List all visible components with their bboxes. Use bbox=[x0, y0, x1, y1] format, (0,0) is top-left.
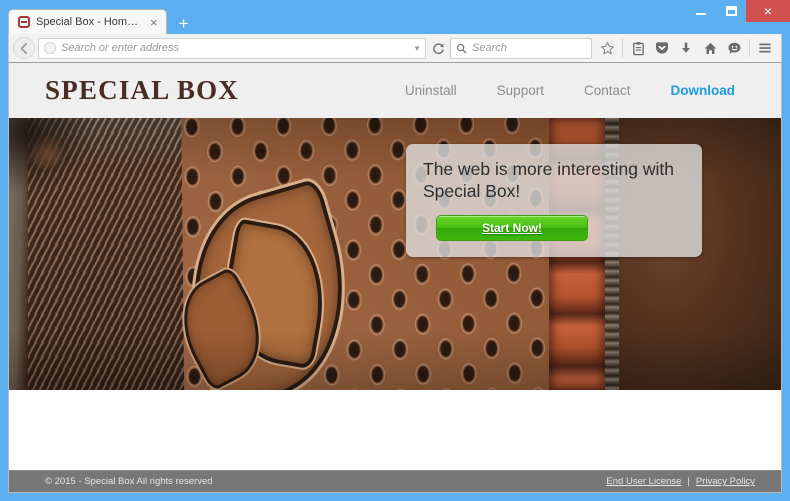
promo-headline: The web is more interesting with Special… bbox=[423, 159, 674, 202]
site-navigation: Uninstall Support Contact Download bbox=[405, 83, 763, 98]
toolbar-divider bbox=[749, 39, 750, 57]
nav-link-contact[interactable]: Contact bbox=[584, 83, 631, 98]
window-controls: × bbox=[686, 0, 790, 22]
back-button[interactable] bbox=[13, 37, 35, 59]
reading-list-icon[interactable] bbox=[626, 36, 650, 60]
minimize-button[interactable] bbox=[686, 0, 716, 22]
maximize-button[interactable] bbox=[716, 0, 746, 22]
page-viewport: SPECIAL BOX Uninstall Support Contact Do… bbox=[8, 62, 782, 493]
close-button[interactable]: × bbox=[746, 0, 790, 22]
tab-title: Special Box - Home Page bbox=[36, 16, 140, 28]
copyright-text: © 2015 - Special Box All rights reserved bbox=[45, 476, 213, 487]
toolbar-divider bbox=[622, 39, 623, 57]
footer-links: End User License | Privacy Policy bbox=[606, 476, 755, 487]
hero-banner: The web is more interesting with Special… bbox=[9, 118, 781, 390]
page-identity-icon bbox=[44, 42, 56, 54]
browser-toolbar: Search or enter address ▼ Search bbox=[8, 34, 782, 62]
hero-shadow-top-left bbox=[9, 118, 94, 195]
footer-link-end-user-license[interactable]: End User License bbox=[606, 476, 681, 487]
minimize-icon bbox=[696, 13, 706, 15]
site-footer: © 2015 - Special Box All rights reserved… bbox=[9, 470, 781, 492]
home-icon[interactable] bbox=[698, 36, 722, 60]
tab-close-icon[interactable]: × bbox=[146, 16, 158, 29]
title-bar: Special Box - Home Page × + × bbox=[0, 0, 790, 34]
maximize-icon bbox=[725, 6, 737, 16]
box-favicon bbox=[18, 16, 30, 28]
nav-link-download[interactable]: Download bbox=[671, 83, 736, 98]
chevron-down-icon[interactable]: ▼ bbox=[413, 44, 421, 53]
nav-link-support[interactable]: Support bbox=[497, 83, 544, 98]
back-arrow-icon bbox=[20, 42, 27, 54]
address-bar-placeholder: Search or enter address bbox=[61, 42, 180, 54]
browser-window: Special Box - Home Page × + × Search or … bbox=[0, 0, 790, 501]
tab-strip: Special Box - Home Page × + bbox=[8, 9, 197, 34]
browser-tab[interactable]: Special Box - Home Page × bbox=[8, 9, 167, 34]
footer-separator: | bbox=[687, 476, 690, 487]
start-now-button[interactable]: Start Now! bbox=[436, 214, 588, 241]
search-box[interactable]: Search bbox=[450, 37, 592, 59]
downloads-icon[interactable] bbox=[674, 36, 698, 60]
feedback-smiley-icon[interactable] bbox=[722, 36, 746, 60]
address-bar[interactable]: Search or enter address ▼ bbox=[38, 37, 426, 59]
search-placeholder: Search bbox=[472, 42, 507, 54]
page-body-blank bbox=[9, 390, 781, 470]
bookmark-star-icon[interactable] bbox=[595, 36, 619, 60]
promo-popup: The web is more interesting with Special… bbox=[406, 144, 702, 257]
search-icon bbox=[456, 43, 467, 53]
toolbar-icon-group bbox=[595, 36, 777, 60]
hamburger-menu-icon[interactable] bbox=[753, 36, 777, 60]
nav-link-uninstall[interactable]: Uninstall bbox=[405, 83, 457, 98]
site-header: SPECIAL BOX Uninstall Support Contact Do… bbox=[9, 63, 781, 118]
pocket-icon[interactable] bbox=[650, 36, 674, 60]
site-logo[interactable]: SPECIAL BOX bbox=[45, 75, 239, 106]
reload-icon bbox=[432, 42, 444, 54]
new-tab-button[interactable]: + bbox=[171, 12, 197, 34]
reload-button[interactable] bbox=[429, 37, 447, 59]
footer-link-privacy-policy[interactable]: Privacy Policy bbox=[696, 476, 755, 487]
